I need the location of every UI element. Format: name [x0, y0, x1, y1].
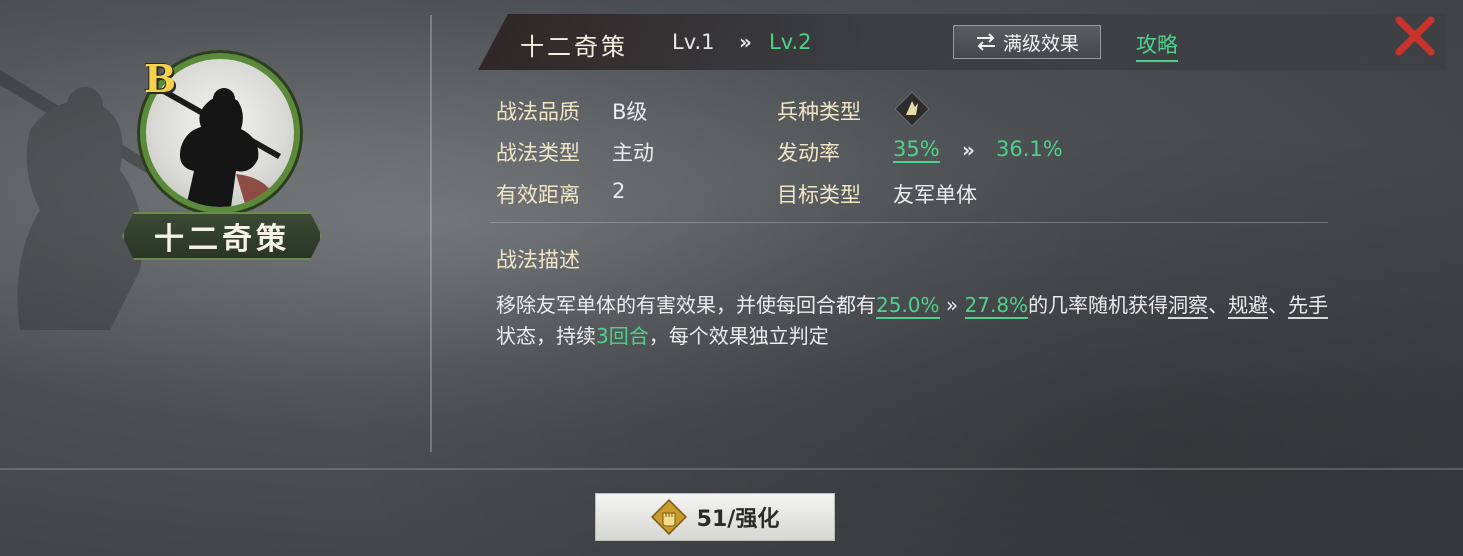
- quality-label: 战法品质: [496, 100, 580, 124]
- quality-value: B级: [612, 100, 648, 124]
- desc-text-4: ，每个效果独立判定: [648, 324, 829, 348]
- keyword-evade[interactable]: 规避: [1228, 293, 1269, 319]
- keyword-first-strike[interactable]: 先手: [1288, 293, 1329, 319]
- level-current: Lv.1: [672, 30, 715, 54]
- upgrade-label: 51/强化: [696, 507, 780, 532]
- info-separator: [490, 222, 1328, 223]
- fist-token-icon: [650, 499, 687, 535]
- max-effect-label: 满级效果: [1002, 32, 1079, 55]
- description-title: 战法描述: [496, 248, 580, 272]
- desc-text-3: 状态，持续: [496, 324, 596, 348]
- max-effect-button[interactable]: 满级效果: [953, 25, 1101, 59]
- panel-divider-vertical: [430, 15, 432, 452]
- close-icon[interactable]: [1394, 15, 1436, 57]
- skill-grade-badge: B: [144, 56, 177, 101]
- range-label: 有效距离: [496, 183, 580, 207]
- desc-arrow-icon: »: [945, 293, 959, 317]
- trigger-rate-arrow-icon: »: [962, 138, 975, 162]
- desc-duration: 3回合: [596, 324, 649, 348]
- range-value: 2: [612, 179, 626, 203]
- panel-divider-horizontal: [0, 468, 1463, 470]
- trigger-rate-label: 发动率: [777, 141, 840, 165]
- desc-text-1: 移除友军单体的有害效果，并使每回合都有: [496, 293, 876, 317]
- target-type-value: 友军单体: [893, 183, 977, 207]
- skill-title: 十二奇策: [520, 33, 628, 61]
- desc-rate-current: 25.0%: [876, 293, 940, 319]
- trigger-rate-current: 35%: [893, 137, 940, 163]
- trigger-rate-next: 36.1%: [996, 137, 1063, 161]
- level-arrow-icon: »: [739, 30, 752, 54]
- keyword-insight[interactable]: 洞察: [1168, 293, 1209, 319]
- upgrade-button[interactable]: 51/强化: [595, 493, 835, 541]
- unit-type-label: 兵种类型: [777, 100, 861, 124]
- desc-rate-next: 27.8%: [964, 293, 1029, 319]
- target-type-label: 目标类型: [777, 183, 861, 207]
- skill-type-label: 战法类型: [496, 141, 580, 165]
- skill-type-value: 主动: [612, 141, 654, 165]
- desc-sep-2: 、: [1268, 293, 1289, 317]
- guide-link[interactable]: 攻略: [1136, 29, 1178, 62]
- desc-text-2: 的几率随机获得: [1028, 293, 1169, 317]
- level-next: Lv.2: [769, 30, 812, 54]
- description-text: 移除友军单体的有害效果，并使每回合都有25.0% » 27.8%的几率随机获得洞…: [496, 290, 1336, 352]
- troop-type-icon[interactable]: [895, 92, 929, 126]
- swap-arrows-icon: [976, 33, 995, 51]
- desc-sep-1: 、: [1208, 293, 1229, 317]
- skill-name-plate: 十二奇策: [122, 212, 322, 260]
